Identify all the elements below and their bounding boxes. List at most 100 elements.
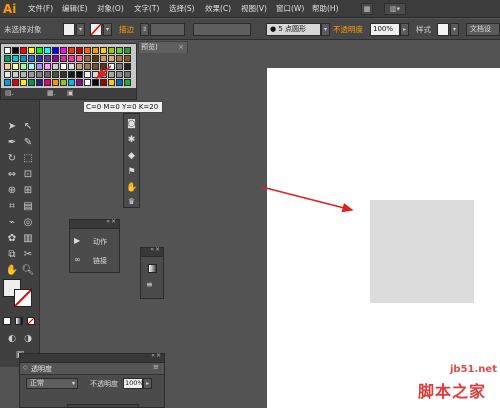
menu-edit[interactable]: 编辑(E): [62, 0, 88, 18]
swatch[interactable]: [108, 79, 115, 86]
stroke-label[interactable]: 描边: [119, 19, 134, 40]
swatch[interactable]: [76, 63, 83, 70]
swatch[interactable]: [36, 79, 43, 86]
swatch-kind-icon[interactable]: ▦.: [47, 88, 56, 99]
hand-icon[interactable]: ✋: [126, 183, 137, 194]
flag-icon[interactable]: ⚑: [126, 167, 137, 178]
swatch[interactable]: [44, 79, 51, 86]
swatch[interactable]: [28, 79, 35, 86]
close-tab-icon[interactable]: ×: [178, 42, 184, 53]
swatch[interactable]: [20, 79, 27, 86]
swatch[interactable]: [92, 71, 99, 78]
swatch[interactable]: [84, 79, 91, 86]
panel-header[interactable]: «×: [141, 246, 163, 257]
swatch[interactable]: [76, 79, 83, 86]
stroke-weight-stepper[interactable]: ⇕: [140, 23, 149, 36]
swatch[interactable]: [84, 55, 91, 62]
direct-selection-tool-icon[interactable]: ↖: [20, 119, 36, 135]
swatch[interactable]: [36, 47, 43, 54]
swatch[interactable]: [4, 47, 11, 54]
swatch[interactable]: [20, 63, 27, 70]
variable-width-dropdown[interactable]: [193, 23, 251, 36]
pencil-tool-icon[interactable]: ✎: [20, 135, 36, 151]
swatch[interactable]: [12, 55, 19, 62]
brush-dropdown-arrow[interactable]: ▾: [321, 23, 330, 36]
gradient-tool-icon[interactable]: ▤: [20, 199, 36, 215]
document-tab[interactable]: 预览) ×: [138, 41, 188, 53]
menu-select[interactable]: 选择(S): [169, 0, 195, 18]
swatch[interactable]: [60, 71, 67, 78]
swatch[interactable]: [108, 71, 115, 78]
blend-mode-dropdown[interactable]: 正常 ▾: [26, 378, 78, 389]
pen-tool-icon[interactable]: ✒: [4, 135, 20, 151]
swatch[interactable]: [84, 71, 91, 78]
stroke-weight-input[interactable]: [150, 23, 185, 36]
fill-swatch[interactable]: [63, 23, 75, 36]
workspace-icon[interactable]: ▥▾: [384, 3, 406, 15]
swatch[interactable]: [12, 47, 19, 54]
shape-builder-tool-icon[interactable]: ⊕: [4, 183, 20, 199]
swatch[interactable]: [84, 63, 91, 70]
crown-icon[interactable]: ♛: [126, 197, 137, 207]
swatch[interactable]: [44, 47, 51, 54]
swatch[interactable]: [52, 47, 59, 54]
swatch[interactable]: [124, 71, 131, 78]
perspective-grid-tool-icon[interactable]: ⊞: [20, 183, 36, 199]
stroke-dropdown[interactable]: ▾: [103, 23, 112, 36]
panel-controls-icon[interactable]: «×: [106, 218, 117, 225]
swatch[interactable]: [44, 71, 51, 78]
swatch[interactable]: [76, 47, 83, 54]
swatch[interactable]: [60, 55, 67, 62]
swatch[interactable]: [60, 63, 67, 70]
swatch[interactable]: [108, 55, 115, 62]
swatch[interactable]: [116, 47, 123, 54]
opacity-input[interactable]: 100%: [370, 23, 400, 36]
rotate-tool-icon[interactable]: ↻: [4, 151, 20, 167]
menu-file[interactable]: 文件(F): [28, 0, 53, 18]
graphic-style-swatch[interactable]: [437, 23, 449, 36]
swatch[interactable]: [124, 55, 131, 62]
swatch[interactable]: [44, 63, 51, 70]
swatch[interactable]: [68, 55, 75, 62]
swatch[interactable]: [68, 71, 75, 78]
hand-tool-icon[interactable]: ✋: [4, 263, 20, 279]
swatch-library-icon[interactable]: ▤.: [5, 88, 14, 99]
swatch[interactable]: [84, 47, 91, 54]
swatch[interactable]: [68, 47, 75, 54]
eyedropper-tool-icon[interactable]: ⌁: [4, 215, 20, 231]
play-icon[interactable]: ▶: [74, 236, 80, 245]
stroke-lines-icon[interactable]: ≡: [146, 281, 158, 289]
brush-definition-dropdown[interactable]: ● 5 点圆形: [266, 23, 321, 36]
swatch[interactable]: [108, 63, 115, 70]
camera-icon[interactable]: ◙: [126, 119, 137, 130]
swatch[interactable]: [36, 55, 43, 62]
swatch[interactable]: [124, 63, 131, 70]
actions-label[interactable]: 动作: [93, 237, 107, 247]
swatch[interactable]: [100, 55, 107, 62]
links-label[interactable]: 链接: [93, 256, 107, 266]
swatch[interactable]: [36, 63, 43, 70]
swatch[interactable]: [100, 79, 107, 86]
swatch[interactable]: [60, 47, 67, 54]
swatch[interactable]: [76, 71, 83, 78]
menu-effect[interactable]: 效果(C): [205, 0, 231, 18]
gradient-swatch-icon[interactable]: [148, 264, 157, 273]
scale-tool-icon[interactable]: ⬚: [20, 151, 36, 167]
none-mode-icon[interactable]: [27, 317, 35, 325]
panel-controls-icon[interactable]: «×: [151, 352, 162, 359]
panel-expand-icon[interactable]: ◇: [23, 364, 28, 371]
swatch[interactable]: [4, 55, 11, 62]
artboard-tool-icon[interactable]: ⧉: [4, 247, 20, 263]
panel-menu-icon[interactable]: ≡: [153, 363, 159, 371]
swatch[interactable]: [60, 79, 67, 86]
stroke-swatch[interactable]: [90, 23, 102, 36]
swatch[interactable]: [12, 79, 19, 86]
swatch[interactable]: [116, 79, 123, 86]
color-mode-icon[interactable]: [3, 317, 11, 325]
swatch[interactable]: [100, 63, 107, 70]
gradient-mode-icon[interactable]: [15, 317, 23, 325]
swatch[interactable]: [12, 71, 19, 78]
selection-tool-icon[interactable]: ➤: [4, 119, 20, 135]
menu-type[interactable]: 文字(T): [134, 0, 159, 18]
column-graph-tool-icon[interactable]: ▥: [20, 231, 36, 247]
